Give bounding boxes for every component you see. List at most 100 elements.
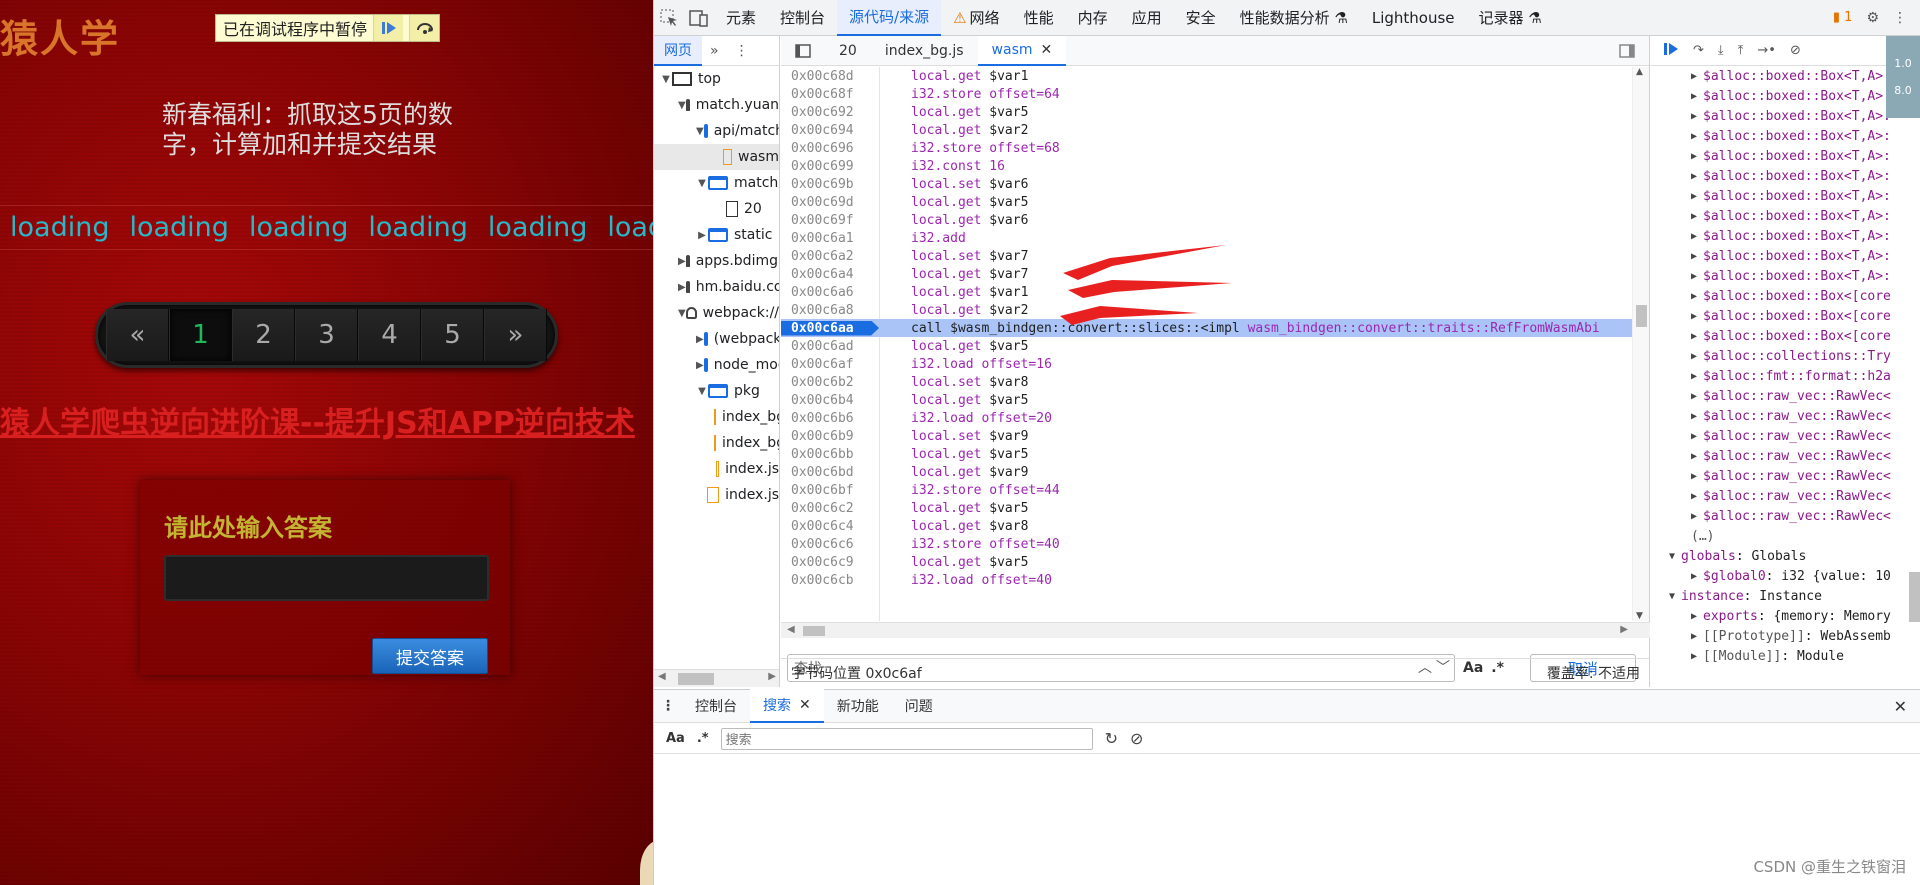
expand-toggle-icon[interactable]: ▶ xyxy=(1691,371,1697,382)
course-link[interactable]: 猿人学爬虫逆向进阶课--提升JS和APP逆向技术 xyxy=(0,398,635,442)
tab-page[interactable]: 网页 xyxy=(654,36,702,66)
more-tabs-icon[interactable]: » xyxy=(702,43,727,59)
toggle-sidebar-icon[interactable] xyxy=(1605,36,1649,66)
expand-toggle-icon[interactable]: ▼ xyxy=(660,74,672,85)
expand-toggle-icon[interactable]: ▶ xyxy=(1691,91,1697,102)
code-line[interactable]: 0x00c696 i32.store offset=68 xyxy=(781,139,1633,157)
editor-tab[interactable]: index_bg.js xyxy=(871,36,978,66)
tree-item[interactable]: ▼ top xyxy=(654,66,779,92)
expand-toggle-icon[interactable]: ▼ xyxy=(1669,551,1675,562)
editor-scroll-thumb[interactable] xyxy=(1636,305,1647,327)
scope-entry[interactable]: ▶ $alloc::boxed::Box<T,A>: xyxy=(1651,206,1920,226)
navigator-scrollbar[interactable]: ◀ ▶ xyxy=(654,669,779,687)
toggle-navigator-icon[interactable] xyxy=(781,36,825,66)
tree-item[interactable]: ▼ api/match xyxy=(654,118,779,144)
code-address[interactable]: 0x00c6a6 xyxy=(781,285,879,300)
code-address[interactable]: 0x00c696 xyxy=(781,141,879,156)
scope-entry[interactable]: ▶ $alloc::fmt::format::h2a xyxy=(1651,366,1920,386)
code-line[interactable]: 0x00c6ad local.get $var5 xyxy=(781,337,1633,355)
code-line[interactable]: 0x00c6c4 local.get $var8 xyxy=(781,517,1633,535)
page-button[interactable]: » xyxy=(484,309,547,361)
editor-tab[interactable]: 20 xyxy=(825,36,871,66)
deactivate-breakpoints-icon[interactable]: ⊘ xyxy=(1790,43,1801,58)
drawer-menu-icon[interactable]: ⋮ xyxy=(654,698,682,714)
scope-entry[interactable]: ▶ $alloc::raw_vec::RawVec< xyxy=(1651,426,1920,446)
tree-item[interactable]: ▼ pkg xyxy=(654,378,779,404)
scope-entry[interactable]: ▶ $alloc::boxed::Box<T,A>: xyxy=(1651,146,1920,166)
scope-entry[interactable]: ▶ $global0: i32 {value: 10 xyxy=(1651,566,1920,586)
expand-toggle-icon[interactable]: ▶ xyxy=(1691,131,1697,142)
inspect-element-icon[interactable] xyxy=(654,0,684,36)
devtools-tab[interactable]: ⚠ 网络 xyxy=(941,0,1011,36)
expand-toggle-icon[interactable]: ▼ xyxy=(696,386,708,397)
scope-entry[interactable]: ▶ $alloc::collections::Try xyxy=(1651,346,1920,366)
expand-toggle-icon[interactable]: ▶ xyxy=(1691,651,1697,662)
expand-toggle-icon[interactable]: ▼ xyxy=(696,178,708,189)
code-address[interactable]: 0x00c6ad xyxy=(781,339,879,354)
devtools-tab[interactable]: 控制台 xyxy=(768,0,837,36)
expand-toggle-icon[interactable]: ▶ xyxy=(1691,191,1697,202)
expand-toggle-icon[interactable]: ▶ xyxy=(1691,291,1697,302)
code-address[interactable]: 0x00c6bf xyxy=(781,483,879,498)
code-line[interactable]: 0x00c6c9 local.get $var5 xyxy=(781,553,1633,571)
code-address[interactable]: 0x00c6bd xyxy=(781,465,879,480)
code-address[interactable]: 0x00c6c4 xyxy=(781,519,879,534)
scope-entry[interactable]: ▶ $alloc::raw_vec::RawVec< xyxy=(1651,506,1920,526)
code-line[interactable]: 0x00c69f local.get $var6 xyxy=(781,211,1633,229)
scope-entry[interactable]: ▶ $alloc::boxed::Box<[core xyxy=(1651,286,1920,306)
devtools-tab[interactable]: 内存 xyxy=(1066,0,1120,36)
drawer-tab[interactable]: 搜索 ✕ xyxy=(750,689,824,723)
devtools-tab[interactable]: 元素 xyxy=(714,0,768,36)
code-address[interactable]: 0x00c699 xyxy=(781,159,879,174)
tree-item[interactable]: index_bg.js xyxy=(654,404,779,430)
drawer-tab[interactable]: 问题 xyxy=(892,689,946,723)
scope-entry[interactable]: (…) xyxy=(1651,526,1920,546)
scroll-right-icon[interactable]: ▶ xyxy=(768,671,776,682)
h-scroll-left-icon[interactable]: ◀ xyxy=(787,624,795,635)
page-button[interactable]: 3 xyxy=(295,309,358,361)
page-button[interactable]: 2 xyxy=(232,309,295,361)
code-line[interactable]: 0x00c6c2 local.get $var5 xyxy=(781,499,1633,517)
expand-toggle-icon[interactable]: ▶ xyxy=(1691,231,1697,242)
expand-toggle-icon[interactable]: ▶ xyxy=(1691,151,1697,162)
expand-toggle-icon[interactable]: ▶ xyxy=(696,334,704,345)
code-line[interactable]: 0x00c6b6 i32.load offset=20 xyxy=(781,409,1633,427)
answer-input[interactable] xyxy=(164,555,489,601)
h-scroll-right-icon[interactable]: ▶ xyxy=(1620,624,1628,635)
close-tab-icon[interactable]: ✕ xyxy=(799,697,811,713)
scope-entry[interactable]: ▶ $alloc::boxed::Box<T,A>: xyxy=(1651,246,1920,266)
step-over-icon[interactable]: ↷ xyxy=(1693,43,1704,58)
code-address[interactable]: 0x00c6aa xyxy=(781,320,879,336)
tree-item[interactable]: ▶ (webpack) xyxy=(654,326,779,352)
expand-toggle-icon[interactable]: ▼ xyxy=(1669,591,1675,602)
code-address[interactable]: 0x00c6b6 xyxy=(781,411,879,426)
tree-item[interactable]: ▶ static xyxy=(654,222,779,248)
code-address[interactable]: 0x00c6af xyxy=(781,357,879,372)
code-address[interactable]: 0x00c6a2 xyxy=(781,249,879,264)
expand-toggle-icon[interactable]: ▶ xyxy=(696,230,708,241)
devtools-tab[interactable]: 记录器 ⚗ xyxy=(1467,0,1554,36)
scope-entry[interactable]: ▶ $alloc::boxed::Box<T,A>: xyxy=(1651,226,1920,246)
drawer-tab[interactable]: 新功能 xyxy=(824,689,892,723)
code-line[interactable]: 0x00c6af i32.load offset=16 xyxy=(781,355,1633,373)
expand-toggle-icon[interactable]: ▶ xyxy=(1691,511,1697,522)
scope-entry[interactable]: ▶ $alloc::raw_vec::RawVec< xyxy=(1651,486,1920,506)
scroll-down-icon[interactable]: ▼ xyxy=(1636,611,1643,621)
expand-toggle-icon[interactable]: ▶ xyxy=(678,282,686,293)
code-line[interactable]: 0x00c692 local.get $var5 xyxy=(781,103,1633,121)
code-line[interactable]: 0x00c6bd local.get $var9 xyxy=(781,463,1633,481)
search-match-case-toggle[interactable]: Aa xyxy=(666,731,685,746)
expand-toggle-icon[interactable]: ▶ xyxy=(696,360,704,371)
expand-toggle-icon[interactable]: ▶ xyxy=(1691,111,1697,122)
tree-item[interactable]: ▼ webpack:// xyxy=(654,300,779,326)
expand-toggle-icon[interactable]: ▶ xyxy=(1691,311,1697,322)
issues-badge[interactable]: ▮ 1 xyxy=(1833,10,1853,25)
devtools-tab[interactable]: Lighthouse xyxy=(1360,0,1467,36)
code-address[interactable]: 0x00c69d xyxy=(781,195,879,210)
code-address[interactable]: 0x00c6b9 xyxy=(781,429,879,444)
scroll-up-icon[interactable]: ▲ xyxy=(1636,67,1643,77)
code-address[interactable]: 0x00c6c2 xyxy=(781,501,879,516)
scope-entry[interactable]: ▶ $alloc::raw_vec::RawVec< xyxy=(1651,406,1920,426)
code-address[interactable]: 0x00c692 xyxy=(781,105,879,120)
editor-vertical-scrollbar[interactable]: ▲ ▼ xyxy=(1632,67,1649,621)
